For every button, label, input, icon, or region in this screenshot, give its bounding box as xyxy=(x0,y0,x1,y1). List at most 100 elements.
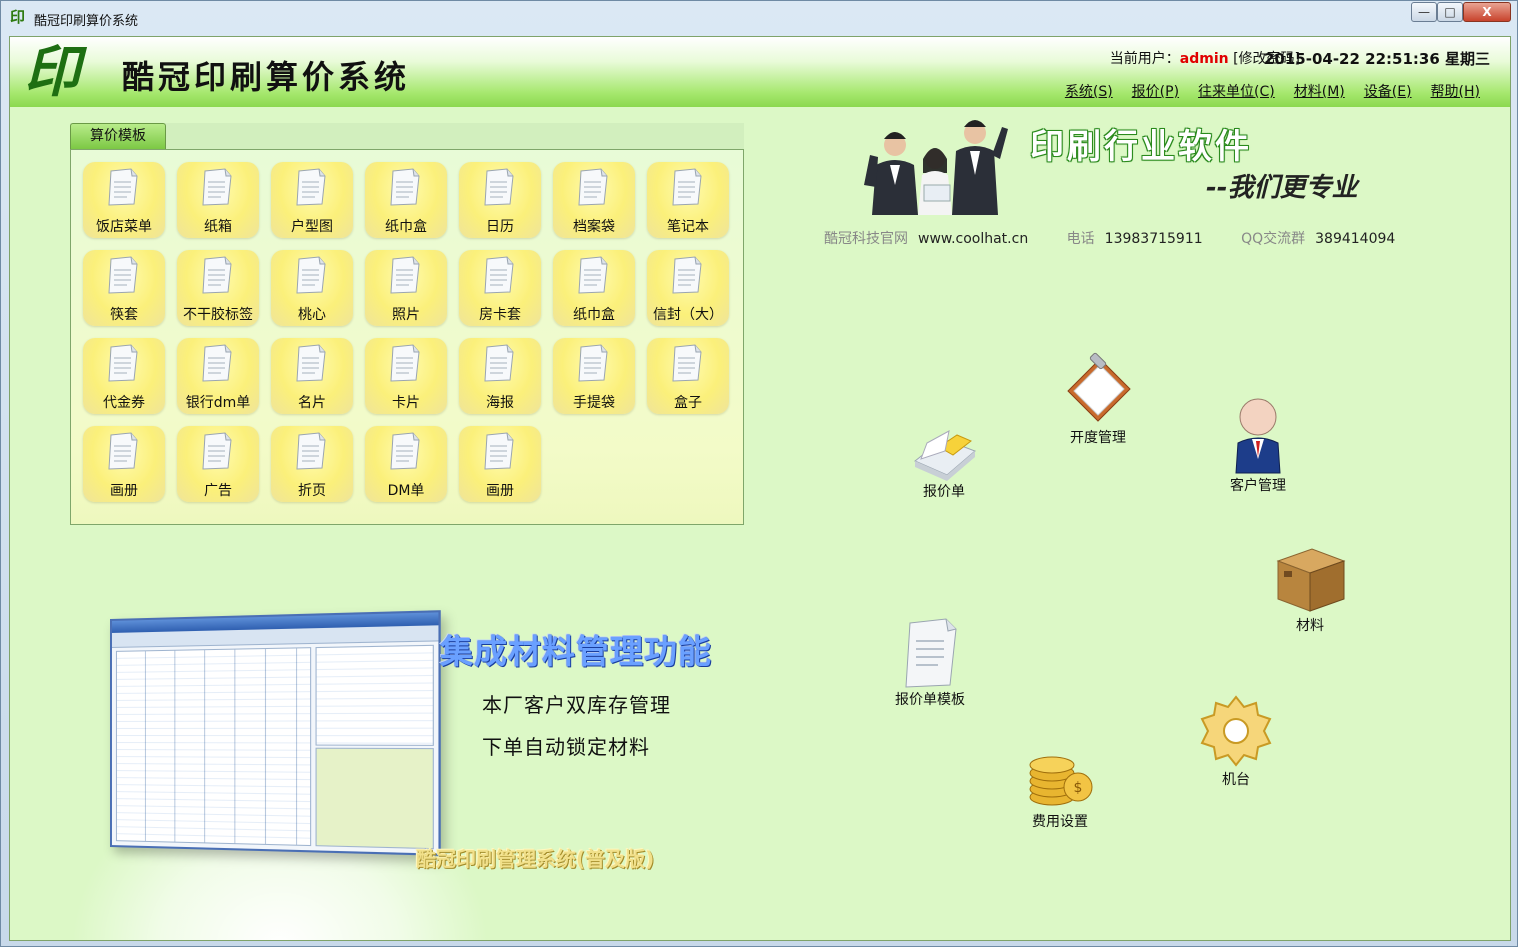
shortcut-quote-template[interactable]: 报价单模板 xyxy=(882,617,978,709)
menu-system[interactable]: 系统(S) xyxy=(1065,81,1113,101)
template-item-label: 笔记本 xyxy=(647,216,729,236)
template-item-label: 房卡套 xyxy=(459,304,541,324)
document-icon xyxy=(201,344,233,382)
template-item[interactable]: 代金券 xyxy=(83,338,165,414)
template-panel: 饭店菜单 纸箱 户型图 纸巾盒 日历 档案袋 笔记本 筷套 不干胶标签 桃心 照片 房卡套 纸巾盒 信封（… xyxy=(70,149,744,525)
title-bar[interactable]: 印 酷冠印刷算价系统 — □ X xyxy=(1,1,1517,35)
quote-sheet-icon xyxy=(909,421,979,481)
template-item[interactable]: 银行dm单 xyxy=(177,338,259,414)
template-item-label: 折页 xyxy=(271,480,353,500)
app-window: 印 酷冠印刷算价系统 — □ X 印 酷冠印刷算价系统 当前用户：admin [… xyxy=(0,0,1518,947)
template-item[interactable]: 信封（大） xyxy=(647,250,729,326)
business-people-image xyxy=(850,115,1010,215)
template-item[interactable]: 纸箱 xyxy=(177,162,259,238)
template-item-label: 饭店菜单 xyxy=(83,216,165,236)
template-item[interactable]: 手提袋 xyxy=(553,338,635,414)
document-icon xyxy=(201,168,233,206)
shortcut-material[interactable]: 材料 xyxy=(1270,543,1350,635)
site-link[interactable]: www.coolhat.cn xyxy=(918,231,1028,247)
promo-line-2: 下单自动锁定材料 xyxy=(482,731,650,760)
svg-text:$: $ xyxy=(1074,780,1083,796)
document-icon xyxy=(671,344,703,382)
shortcut-machine[interactable]: 机台 xyxy=(1196,693,1276,789)
app-logo: 印 xyxy=(24,39,80,105)
shortcut-billing[interactable]: 开度管理 xyxy=(1058,351,1138,447)
shortcut-customer[interactable]: 客户管理 xyxy=(1218,397,1298,495)
close-button[interactable]: X xyxy=(1463,2,1511,22)
current-user-label: 当前用户： xyxy=(1110,51,1180,67)
contact-info: 酷冠科技官网 www.coolhat.cn 电话 13983715911 QQ交流群… xyxy=(824,228,1395,248)
template-item-label: 画册 xyxy=(83,480,165,500)
template-item[interactable]: 纸巾盒 xyxy=(553,250,635,326)
template-item[interactable]: 名片 xyxy=(271,338,353,414)
promo-footer: 酷冠印刷管理系统(普及版) xyxy=(416,843,654,872)
phone-label: 电话 xyxy=(1067,231,1095,247)
menu-help[interactable]: 帮助(H) xyxy=(1431,81,1480,101)
template-item[interactable]: 档案袋 xyxy=(553,162,635,238)
document-icon xyxy=(483,168,515,206)
shortcut-fees-label: 费用设置 xyxy=(1020,811,1100,831)
template-item-label: 纸巾盒 xyxy=(553,304,635,324)
template-item-label: 信封（大） xyxy=(647,304,729,324)
box-icon xyxy=(1274,543,1346,615)
tab-pricing-templates[interactable]: 算价模板 xyxy=(70,123,166,149)
template-item[interactable]: 海报 xyxy=(459,338,541,414)
template-item[interactable]: 折页 xyxy=(271,426,353,502)
coins-icon: $ xyxy=(1024,751,1096,811)
document-icon xyxy=(107,168,139,206)
minimize-button[interactable]: — xyxy=(1411,2,1437,22)
document-icon xyxy=(389,168,421,206)
shortcut-quote[interactable]: 报价单 xyxy=(904,421,984,501)
template-item[interactable]: 房卡套 xyxy=(459,250,541,326)
maximize-button[interactable]: □ xyxy=(1437,2,1463,22)
template-item-label: 纸巾盒 xyxy=(365,216,447,236)
template-item[interactable]: 画册 xyxy=(459,426,541,502)
qq-value: 389414094 xyxy=(1315,231,1395,247)
template-item[interactable]: 户型图 xyxy=(271,162,353,238)
menu-materials[interactable]: 材料(M) xyxy=(1294,81,1345,101)
template-item[interactable]: 盒子 xyxy=(647,338,729,414)
template-item-label: 盒子 xyxy=(647,392,729,412)
menu-quote[interactable]: 报价(P) xyxy=(1132,81,1179,101)
template-item[interactable]: 纸巾盒 xyxy=(365,162,447,238)
document-icon xyxy=(577,168,609,206)
template-item[interactable]: 广告 xyxy=(177,426,259,502)
menu-partners[interactable]: 往来单位(C) xyxy=(1198,81,1275,101)
document-icon xyxy=(107,344,139,382)
template-item[interactable]: 照片 xyxy=(365,250,447,326)
template-item[interactable]: 桃心 xyxy=(271,250,353,326)
banner-slogan: --我们更专业 xyxy=(1206,167,1358,204)
document-icon xyxy=(107,432,139,470)
qq-label: QQ交流群 xyxy=(1241,231,1305,247)
gear-icon xyxy=(1198,693,1274,769)
template-item[interactable]: 画册 xyxy=(83,426,165,502)
current-user-name: admin xyxy=(1180,51,1229,67)
phone-value: 13983715911 xyxy=(1105,231,1203,247)
template-item[interactable]: 筷套 xyxy=(83,250,165,326)
template-item-label: 银行dm单 xyxy=(177,392,259,412)
template-item-label: 广告 xyxy=(177,480,259,500)
template-tab-strip: 算价模板 xyxy=(70,123,744,149)
template-item[interactable]: 不干胶标签 xyxy=(177,250,259,326)
promo-line-1: 本厂客户双库存管理 xyxy=(482,689,671,718)
shortcut-billing-label: 开度管理 xyxy=(1058,427,1138,447)
clipboard-icon xyxy=(1060,351,1136,427)
template-item-label: 名片 xyxy=(271,392,353,412)
document-icon xyxy=(389,432,421,470)
document-icon xyxy=(201,432,233,470)
shortcut-customer-label: 客户管理 xyxy=(1218,475,1298,495)
shortcut-quote-template-label: 报价单模板 xyxy=(882,689,978,709)
template-item[interactable]: 卡片 xyxy=(365,338,447,414)
menu-equipment[interactable]: 设备(E) xyxy=(1364,81,1412,101)
datetime-display: 2015-04-22 22:51:36 星期三 xyxy=(1264,48,1490,69)
template-item-label: 桃心 xyxy=(271,304,353,324)
document-icon xyxy=(107,256,139,294)
template-item[interactable]: 笔记本 xyxy=(647,162,729,238)
template-item[interactable]: 饭店菜单 xyxy=(83,162,165,238)
shortcut-fees[interactable]: $ 费用设置 xyxy=(1020,751,1100,831)
document-icon xyxy=(295,432,327,470)
template-item[interactable]: 日历 xyxy=(459,162,541,238)
template-item[interactable]: DM单 xyxy=(365,426,447,502)
template-item-label: 档案袋 xyxy=(553,216,635,236)
template-item-label: 代金券 xyxy=(83,392,165,412)
